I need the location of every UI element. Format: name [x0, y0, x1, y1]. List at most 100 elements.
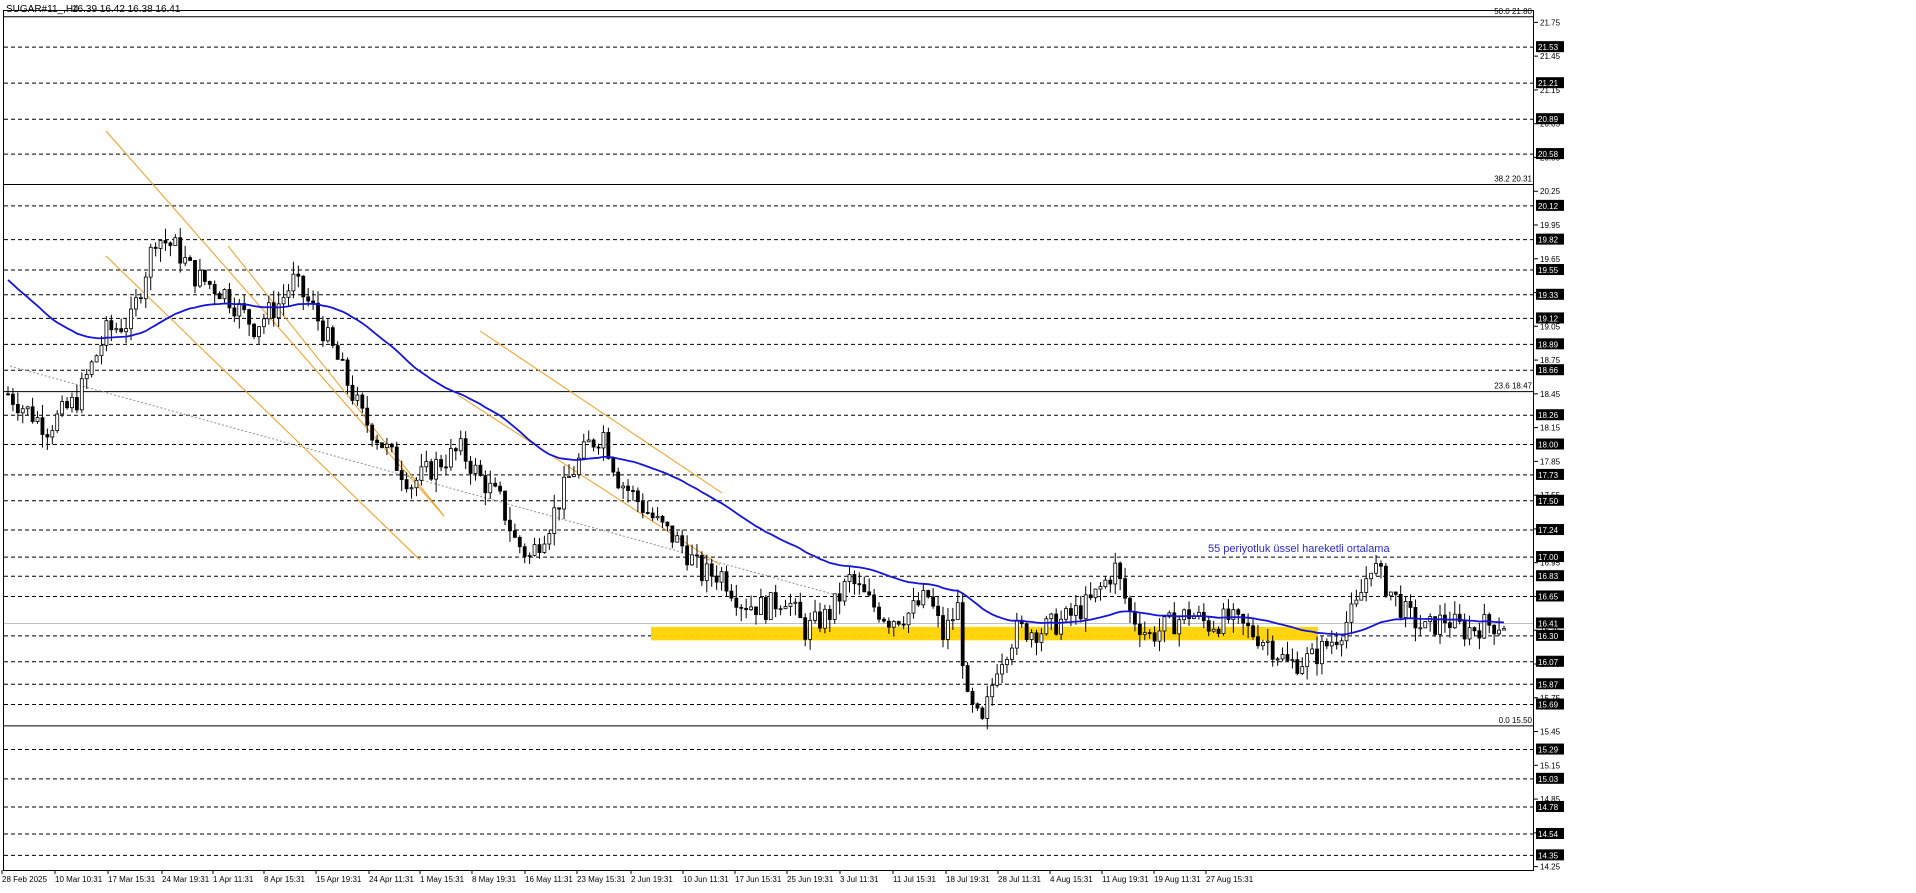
candle-body: [143, 276, 148, 300]
candle-body: [1256, 636, 1260, 647]
candle-body: [385, 443, 389, 448]
time-tick-label: 28 Feb 2025: [2, 875, 47, 884]
candle-body: [729, 590, 734, 599]
candle-body: [1408, 601, 1413, 608]
candle-body: [237, 303, 242, 317]
candle-body: [714, 575, 719, 583]
candle-body: [862, 584, 867, 593]
candle-body: [1374, 563, 1378, 574]
candle-body: [832, 593, 837, 620]
candle-body: [891, 621, 896, 628]
candle-body: [872, 594, 877, 608]
time-tick-label: 10 Mar 10:31: [55, 875, 103, 884]
price-tick-label: 15.45: [1540, 728, 1561, 737]
candle-body: [581, 441, 586, 459]
candle-body: [399, 470, 404, 481]
candle-body: [1133, 611, 1137, 625]
candle-body: [193, 260, 197, 287]
candle-body: [827, 608, 832, 620]
candle-body: [1157, 630, 1162, 642]
candle-body: [70, 397, 74, 409]
candle-body: [60, 401, 65, 415]
candle-body: [1438, 614, 1442, 635]
time-tick-label: 8 Apr 15:31: [264, 875, 305, 884]
candle-body: [960, 602, 965, 666]
candle-body: [1462, 621, 1467, 640]
candle-body: [1152, 632, 1157, 642]
candle-body: [1492, 624, 1497, 635]
candle-body: [89, 361, 94, 375]
candle-body: [434, 459, 439, 480]
candle-body: [1118, 562, 1123, 579]
time-tick-label: 4 Aug 15:31: [1050, 875, 1093, 884]
level-label: 18.66: [1538, 366, 1559, 375]
time-tick-label: 8 May 19:31: [472, 875, 517, 884]
candle-body: [532, 544, 537, 556]
candle-body: [503, 490, 507, 521]
fibo-level-label: 0.0 15.50: [1499, 716, 1533, 725]
candle-body: [1162, 616, 1167, 632]
candle-body: [20, 408, 25, 414]
price-chart[interactable]: 50.0 21.8038.2 20.3123.6 18.470.0 15.50 …: [0, 0, 1916, 888]
price-tick-label: 19.05: [1540, 322, 1561, 331]
time-tick-label: 17 Jun 15:31: [735, 875, 782, 884]
candle-body: [252, 323, 256, 338]
candle-body: [202, 269, 207, 282]
candle-body: [316, 302, 320, 322]
candle-body: [114, 328, 119, 331]
level-label: 19.82: [1538, 236, 1559, 245]
candle-body: [478, 464, 483, 476]
candle-body: [704, 563, 709, 582]
candle-body: [311, 300, 316, 304]
candle-body: [616, 471, 621, 489]
time-tick-label: 24 Apr 11:31: [369, 875, 414, 884]
candle-body: [124, 328, 129, 333]
candle-body: [1054, 613, 1059, 635]
candle-body: [409, 487, 414, 490]
candle-body: [1241, 613, 1246, 624]
candle-body: [759, 597, 763, 615]
candle-body: [818, 611, 822, 629]
candle-body: [813, 611, 817, 621]
candle-body: [783, 606, 788, 610]
time-tick-label: 28 Jul 11:31: [998, 875, 1042, 884]
candle-body: [473, 464, 478, 474]
candle-body: [749, 606, 753, 611]
candle-body: [754, 606, 758, 615]
candle-body: [1280, 654, 1285, 660]
candle-body: [921, 590, 926, 606]
current-price-label: 16.41: [1538, 619, 1559, 628]
candle-body: [1093, 588, 1098, 599]
candle-body: [99, 344, 104, 357]
price-tick-label: 14.25: [1540, 863, 1561, 872]
candle-body: [1418, 627, 1423, 630]
price-tick-label: 20.25: [1540, 187, 1561, 196]
candle-body: [1069, 608, 1073, 616]
time-tick-label: 27 Aug 15:31: [1206, 875, 1254, 884]
candle-body: [965, 665, 970, 692]
candle-body: [773, 592, 778, 610]
candle-body: [375, 439, 379, 444]
candle-body: [857, 583, 862, 586]
fibo-level-label: 38.2 20.31: [1494, 174, 1532, 183]
candle-body: [591, 439, 596, 448]
candle-body: [301, 275, 306, 298]
candle-body: [1339, 640, 1344, 646]
candle-body: [763, 597, 768, 621]
candle-body: [1403, 601, 1408, 618]
candle-body: [40, 417, 45, 435]
price-tick-label: 18.75: [1540, 356, 1561, 365]
candle-body: [640, 501, 645, 513]
time-tick-label: 23 May 15:31: [577, 875, 626, 884]
candle-body: [527, 554, 532, 557]
candle-body: [1024, 623, 1029, 640]
candle-body: [232, 307, 237, 317]
candle-body: [1073, 605, 1078, 616]
candle-body: [670, 525, 675, 543]
candle-body: [847, 574, 852, 582]
candle-body: [498, 485, 503, 492]
candle-body: [512, 530, 517, 538]
candle-body: [522, 546, 527, 557]
candle-body: [247, 309, 252, 325]
candle-body: [1295, 659, 1300, 674]
